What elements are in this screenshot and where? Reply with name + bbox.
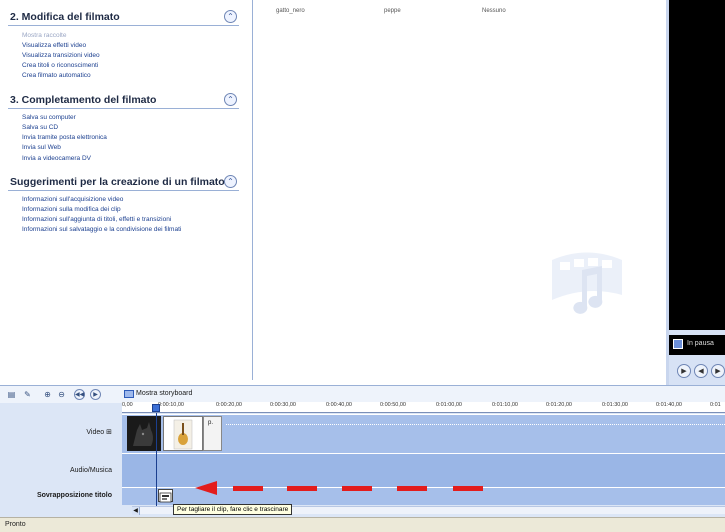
monitor-icon (673, 339, 683, 349)
scroll-left-icon[interactable]: ◀ (132, 507, 140, 515)
preview-monitor: In pausa ▶ ◀ ▶ (669, 0, 725, 385)
ruler-tick: 0:01:40,00 (656, 402, 682, 408)
ruler-tick: 0:00:10,00 (158, 402, 184, 408)
storyboard-icon (124, 390, 134, 398)
section-title: 2. Modifica del filmato (10, 11, 120, 23)
link-send-dv[interactable]: Invia a videocamera DV (22, 155, 91, 162)
ruler-tick: 0:00:50,00 (380, 402, 406, 408)
column-artist: peppe (384, 8, 401, 14)
track-label-video: Video ⊞ (0, 428, 120, 436)
clip-label: p. (208, 420, 214, 426)
narrate-icon[interactable]: ✎ (22, 389, 33, 400)
collapse-icon[interactable]: ⌃ (224, 10, 237, 23)
playhead-handle[interactable] (152, 404, 160, 412)
link-video-transitions[interactable]: Visualizza transizioni video (22, 52, 100, 59)
section-title: Suggerimenti per la creazione di un film… (10, 176, 225, 188)
trim-tooltip: Per tagliare il clip, fare clic e trasci… (173, 504, 293, 515)
column-name: gatto_nero (276, 8, 305, 14)
link-tip-capture[interactable]: Informazioni sull'acquisizione video (22, 196, 123, 203)
divider (8, 25, 239, 26)
status-bar: Pronto (0, 517, 725, 532)
track-label-audio: Audio/Musica (69, 467, 112, 474)
expand-icon[interactable]: ⊞ (106, 428, 112, 436)
ruler-tick: 0:01:30,00 (602, 402, 628, 408)
title-overlay-clip[interactable] (158, 489, 173, 503)
track-guide (226, 424, 725, 425)
link-send-web[interactable]: Invia sul Web (22, 144, 61, 151)
previous-frame-button[interactable]: ◀ (694, 364, 708, 378)
link-tip-edit[interactable]: Informazioni sulla modifica dei clip (22, 206, 121, 213)
link-titles-credits[interactable]: Crea titoli o riconoscimenti (22, 62, 98, 69)
ruler-tick: 0:01 (710, 402, 721, 408)
play-timeline-icon[interactable]: ▶ (90, 389, 101, 400)
ruler-tick: 0,00 (122, 402, 133, 408)
track-label-text: Video (86, 429, 105, 436)
next-frame-button[interactable]: ▶ (711, 364, 725, 378)
ruler-tick: 0:00:40,00 (326, 402, 352, 408)
title-clip-icon (159, 492, 172, 503)
time-ruler[interactable]: 0,00 0:00:10,00 0:00:20,00 0:00:30,00 0:… (122, 402, 725, 413)
video-clip-thumbnail[interactable] (163, 416, 203, 451)
annotation-arrow-icon (195, 481, 483, 495)
movie-maker-logo-icon (552, 252, 622, 314)
link-show-collections[interactable]: Mostra raccolte (22, 32, 66, 39)
link-automovie[interactable]: Crea filmato automatico (22, 72, 91, 79)
collapse-icon[interactable]: ⌃ (224, 93, 237, 106)
ruler-tick: 0:00:20,00 (216, 402, 242, 408)
zoom-out-icon[interactable]: ⊖ (56, 389, 67, 400)
section-title: 3. Completamento del filmato (10, 94, 157, 106)
rewind-icon[interactable]: ◀◀ (74, 389, 85, 400)
link-save-computer[interactable]: Salva su computer (22, 114, 76, 121)
column-effect: Nessuno (482, 8, 506, 14)
link-video-effects[interactable]: Visualizza effetti video (22, 42, 86, 49)
link-save-cd[interactable]: Salva su CD (22, 124, 58, 131)
ruler-tick: 0:01:00,00 (436, 402, 462, 408)
track-label-title: Sovrapposizione titolo (36, 492, 112, 499)
timeline-toolbar: ▤ ✎ ⊕ ⊖ ◀◀ ▶ Mostra storyboard (0, 386, 725, 403)
link-tip-titles[interactable]: Informazioni sull'aggiunta di titoli, ef… (22, 216, 171, 223)
zoom-in-icon[interactable]: ⊕ (42, 389, 53, 400)
play-button[interactable]: ▶ (677, 364, 691, 378)
collapse-icon[interactable]: ⌃ (224, 175, 237, 188)
link-send-email[interactable]: Invia tramite posta elettronica (22, 134, 107, 141)
link-tip-save[interactable]: Informazioni sul salvataggio e la condiv… (22, 226, 181, 233)
ruler-tick: 0:01:20,00 (546, 402, 572, 408)
playhead[interactable] (156, 413, 157, 507)
divider (8, 108, 239, 109)
ruler-tick: 0:01:10,00 (492, 402, 518, 408)
video-clip-thumbnail[interactable]: p. (203, 416, 222, 451)
task-pane: 2. Modifica del filmato ⌃ Mostra raccolt… (0, 0, 253, 380)
show-storyboard-button[interactable]: Mostra storyboard (136, 390, 192, 397)
collection-pane: gatto_nero peppe Nessuno (254, 0, 666, 380)
guitar-thumbnail-icon (164, 417, 202, 450)
preview-screen (669, 0, 725, 330)
divider (8, 190, 239, 191)
timeline-view-icon[interactable]: ▤ (6, 389, 17, 400)
ruler-tick: 0:00:30,00 (270, 402, 296, 408)
